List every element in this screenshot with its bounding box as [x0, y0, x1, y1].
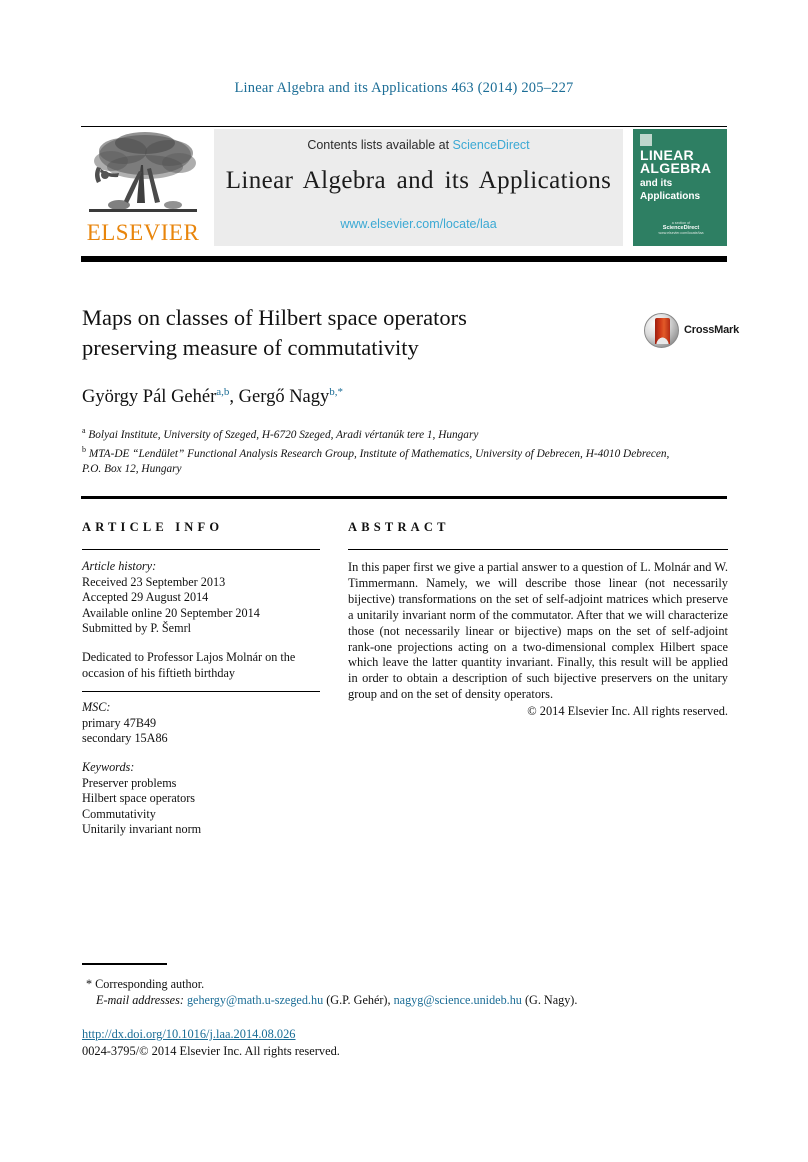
issn-copyright-line: 0024-3795/© 2014 Elsevier Inc. All right…: [82, 1043, 340, 1058]
author-1-affiliation-marker: a,b: [216, 386, 230, 398]
affiliation-b: b MTA-DE “Lendület” Functional Analysis …: [82, 443, 682, 476]
dedication-text: Dedicated to Professor Lajos Molnár on t…: [82, 649, 296, 680]
elsevier-tree-icon: [83, 129, 203, 221]
abstract-heading-rule: [348, 549, 728, 550]
article-history-received: Received 23 September 2013: [82, 574, 226, 589]
email-link-2[interactable]: nagyg@science.unideb.hu: [394, 993, 522, 1007]
journal-cover-thumbnail: LINEAR ALGEBRA and its Applications a se…: [633, 129, 727, 246]
cover-footer-tiny: www.elsevier.com/locate/laa: [658, 231, 704, 235]
footer-block: http://dx.doi.org/10.1016/j.laa.2014.08.…: [82, 1026, 728, 1059]
article-history-submitted-by: Submitted by P. Šemrl: [82, 621, 192, 636]
email-owner-1: (G.P. Gehér),: [326, 993, 391, 1007]
msc-primary: primary 47B49: [82, 715, 157, 730]
email-addresses-note: E-mail addresses: gehergy@math.u-szeged.…: [96, 992, 728, 1008]
cover-title-text: LINEAR ALGEBRA and its Applications: [640, 148, 724, 203]
history-dedication-gap: [82, 637, 320, 650]
affiliation-a-text: Bolyai Institute, University of Szeged, …: [85, 428, 479, 441]
cover-line-2: ALGEBRA: [640, 160, 712, 176]
cover-line-3: and its: [640, 178, 673, 189]
article-info-heading: ARTICLE INFO: [82, 520, 224, 534]
crossmark-badge[interactable]: CrossMark: [644, 313, 739, 349]
msc-divider-rule: [82, 691, 320, 693]
elsevier-logo: ELSEVIER: [81, 129, 205, 249]
journal-article-page: Linear Algebra and its Applications 463 …: [0, 0, 808, 1162]
keyword-item: Unitarily invariant norm: [82, 822, 202, 837]
author-list: György Pál Gehéra,b, Gergő Nagyb,*: [82, 386, 642, 408]
crossmark-circle-icon: [644, 313, 679, 348]
title-line-1: Maps on classes of Hilbert space operato…: [82, 305, 467, 330]
article-history-group: Article history: Received 23 September 2…: [82, 559, 320, 637]
article-history-accepted: Accepted 29 August 2014: [82, 590, 209, 605]
article-info-heading-rule: [82, 549, 320, 550]
running-head: Linear Algebra and its Applications 463 …: [234, 80, 574, 96]
contents-prefix-text: Contents lists available at: [307, 138, 453, 152]
email-link-1[interactable]: gehergy@math.u-szeged.hu: [187, 993, 323, 1007]
contents-available-line: Contents lists available at ScienceDirec…: [214, 138, 623, 152]
author-separator: ,: [229, 387, 239, 408]
keyword-item: Commutativity: [82, 806, 156, 821]
journal-masthead: ELSEVIER Contents lists available at Sci…: [81, 127, 727, 249]
msc-label: MSC:: [82, 700, 111, 715]
article-info-column: ARTICLE INFO Article history: Received 2…: [82, 520, 320, 838]
email-label: E-mail addresses:: [96, 993, 184, 1007]
footnote-block: * Corresponding author. E-mail addresses…: [82, 976, 728, 1008]
cover-line-4: Applications: [640, 191, 701, 202]
journal-title: Linear Algebra and its Applications: [225, 167, 612, 194]
cover-footer-text: a section of ScienceDirect www.elsevier.…: [641, 221, 721, 236]
article-history-available-online: Available online 20 September 2014: [82, 605, 260, 620]
abstract-copyright: © 2014 Elsevier Inc. All rights reserved…: [527, 704, 728, 719]
author-1-name: György Pál Gehér: [82, 387, 217, 408]
affiliation-list: a Bolyai Institute, University of Szeged…: [82, 424, 682, 476]
abstract-text: In this paper first we give a partial an…: [348, 560, 728, 702]
cover-publisher-mark-icon: [640, 134, 652, 146]
masthead-bottom-bar: [81, 256, 727, 262]
affiliation-a: a Bolyai Institute, University of Szeged…: [82, 424, 682, 442]
keywords-label: Keywords:: [82, 759, 135, 774]
keywords-group: Keywords: Preserver problems Hilbert spa…: [82, 760, 320, 838]
article-info-body: Article history: Received 23 September 2…: [82, 559, 320, 838]
journal-url-link[interactable]: www.elsevier.com/locate/laa: [214, 217, 623, 231]
msc-secondary: secondary 15A86: [82, 731, 168, 746]
footnote-rule: [82, 963, 167, 965]
page-title: Maps on classes of Hilbert space operato…: [82, 303, 622, 363]
crossmark-notch-icon: [655, 336, 670, 344]
keyword-item: Hilbert space operators: [82, 791, 196, 806]
crossmark-label: CrossMark: [684, 324, 740, 336]
doi-link[interactable]: http://dx.doi.org/10.1016/j.laa.2014.08.…: [82, 1026, 728, 1043]
elsevier-wordmark: ELSEVIER: [86, 220, 200, 245]
abstract-column: ABSTRACT In this paper first we give a p…: [348, 520, 728, 719]
email-owner-2: (G. Nagy).: [524, 993, 578, 1007]
author-2-affiliation-marker: b,*: [329, 386, 344, 398]
msc-keywords-gap: [82, 747, 320, 760]
keyword-item: Preserver problems: [82, 775, 177, 790]
msc-group: MSC: primary 47B49 secondary 15A86: [82, 700, 320, 747]
affiliation-b-text: MTA-DE “Lendület” Functional Analysis Re…: [82, 448, 670, 475]
author-2-name: Gergő Nagy: [238, 387, 330, 408]
info-section-top-bar: [81, 496, 727, 500]
journal-title-box: Contents lists available at ScienceDirec…: [214, 129, 623, 246]
corresponding-author-note: * Corresponding author.: [86, 977, 205, 991]
article-history-label: Article history:: [82, 559, 157, 573]
sciencedirect-link[interactable]: ScienceDirect: [453, 138, 530, 152]
title-line-2: preserving measure of commutativity: [82, 335, 419, 360]
abstract-heading: ABSTRACT: [348, 520, 450, 534]
